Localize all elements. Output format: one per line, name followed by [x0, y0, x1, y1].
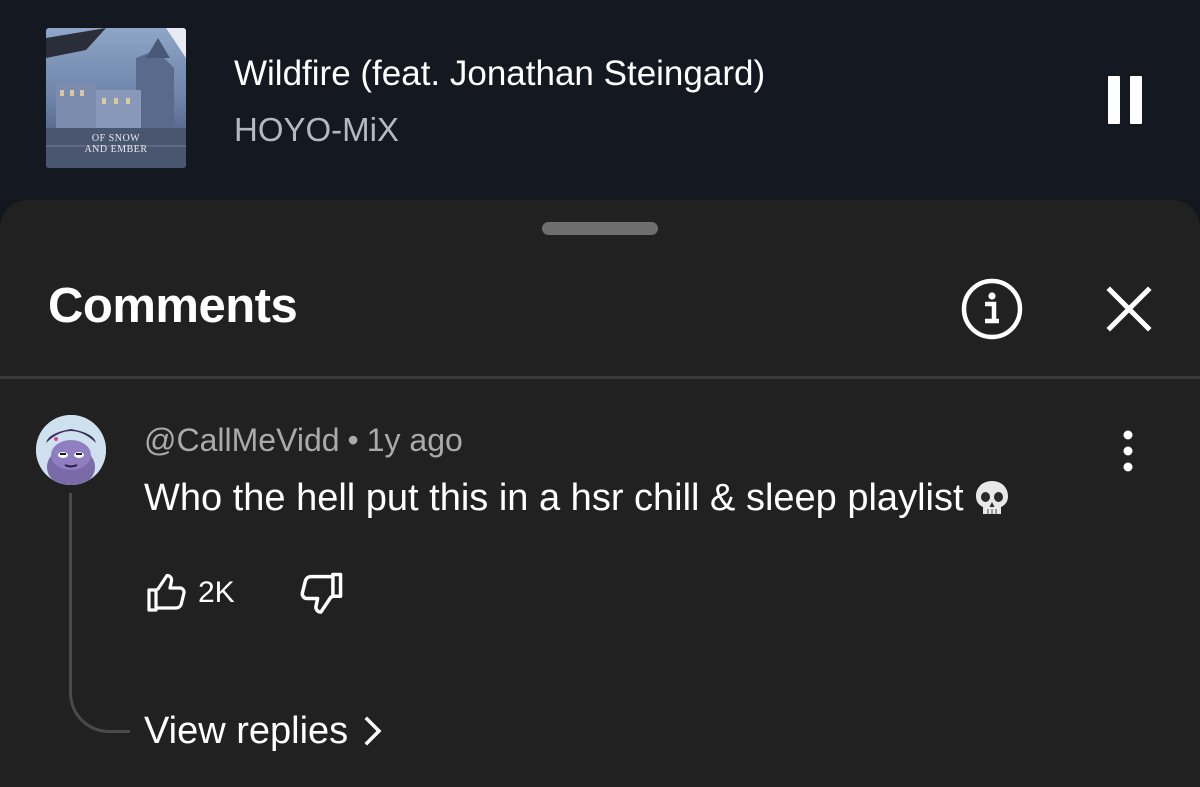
info-button[interactable]: [958, 275, 1026, 343]
divider: [0, 376, 1200, 379]
like-count: 2K: [198, 576, 235, 609]
close-button[interactable]: [1098, 278, 1160, 340]
chevron-right-icon: [364, 716, 382, 746]
comment-item: @CallMeVidd • 1y ago Who the hell put this…: [0, 381, 1200, 787]
track-artist[interactable]: HOYO-MiX: [234, 110, 399, 150]
album-art: OF SNOW AND EMBER: [46, 28, 186, 168]
album-caption: AND EMBER: [84, 144, 148, 155]
pause-button[interactable]: [1100, 72, 1156, 128]
skull-icon: [975, 481, 1008, 514]
close-icon: [1106, 286, 1152, 332]
more-options-button[interactable]: [1110, 423, 1146, 479]
view-replies-label: View replies: [144, 709, 349, 752]
comments-sheet: Comments @CallMeVidd • 1y ago Who the he…: [0, 200, 1200, 787]
comment-author[interactable]: @CallMeVidd: [144, 422, 340, 458]
comments-title: Comments: [48, 279, 298, 333]
track-title[interactable]: Wildfire (feat. Jonathan Steingard): [234, 54, 765, 94]
more-vertical-icon: [1123, 430, 1133, 472]
dislike-button[interactable]: [298, 569, 346, 617]
view-replies-button[interactable]: View replies: [144, 707, 384, 755]
thumbs-up-icon: [147, 573, 186, 612]
mini-player[interactable]: OF SNOW AND EMBER Wildfire (feat. Jonath…: [0, 0, 1200, 200]
info-icon: [961, 278, 1023, 340]
comment-body: Who the hell put this in a hsr chill & s…: [144, 477, 964, 519]
youtube-music-screen: OF SNOW AND EMBER Wildfire (feat. Jonath…: [0, 0, 1200, 787]
comment-meta: @CallMeVidd • 1y ago: [144, 421, 463, 459]
comment-time: 1y ago: [366, 422, 463, 458]
comment-text: Who the hell put this in a hsr chill & s…: [144, 475, 1012, 521]
reply-thread-line: [69, 493, 130, 733]
pause-icon: [1130, 76, 1142, 124]
drag-handle[interactable]: [542, 222, 658, 235]
pause-icon: [1108, 76, 1120, 124]
like-button[interactable]: 2K: [144, 569, 235, 617]
meta-separator: •: [347, 422, 359, 458]
thumbs-down-icon: [300, 572, 343, 614]
avatar[interactable]: [36, 415, 106, 485]
album-caption: OF SNOW: [91, 133, 141, 144]
